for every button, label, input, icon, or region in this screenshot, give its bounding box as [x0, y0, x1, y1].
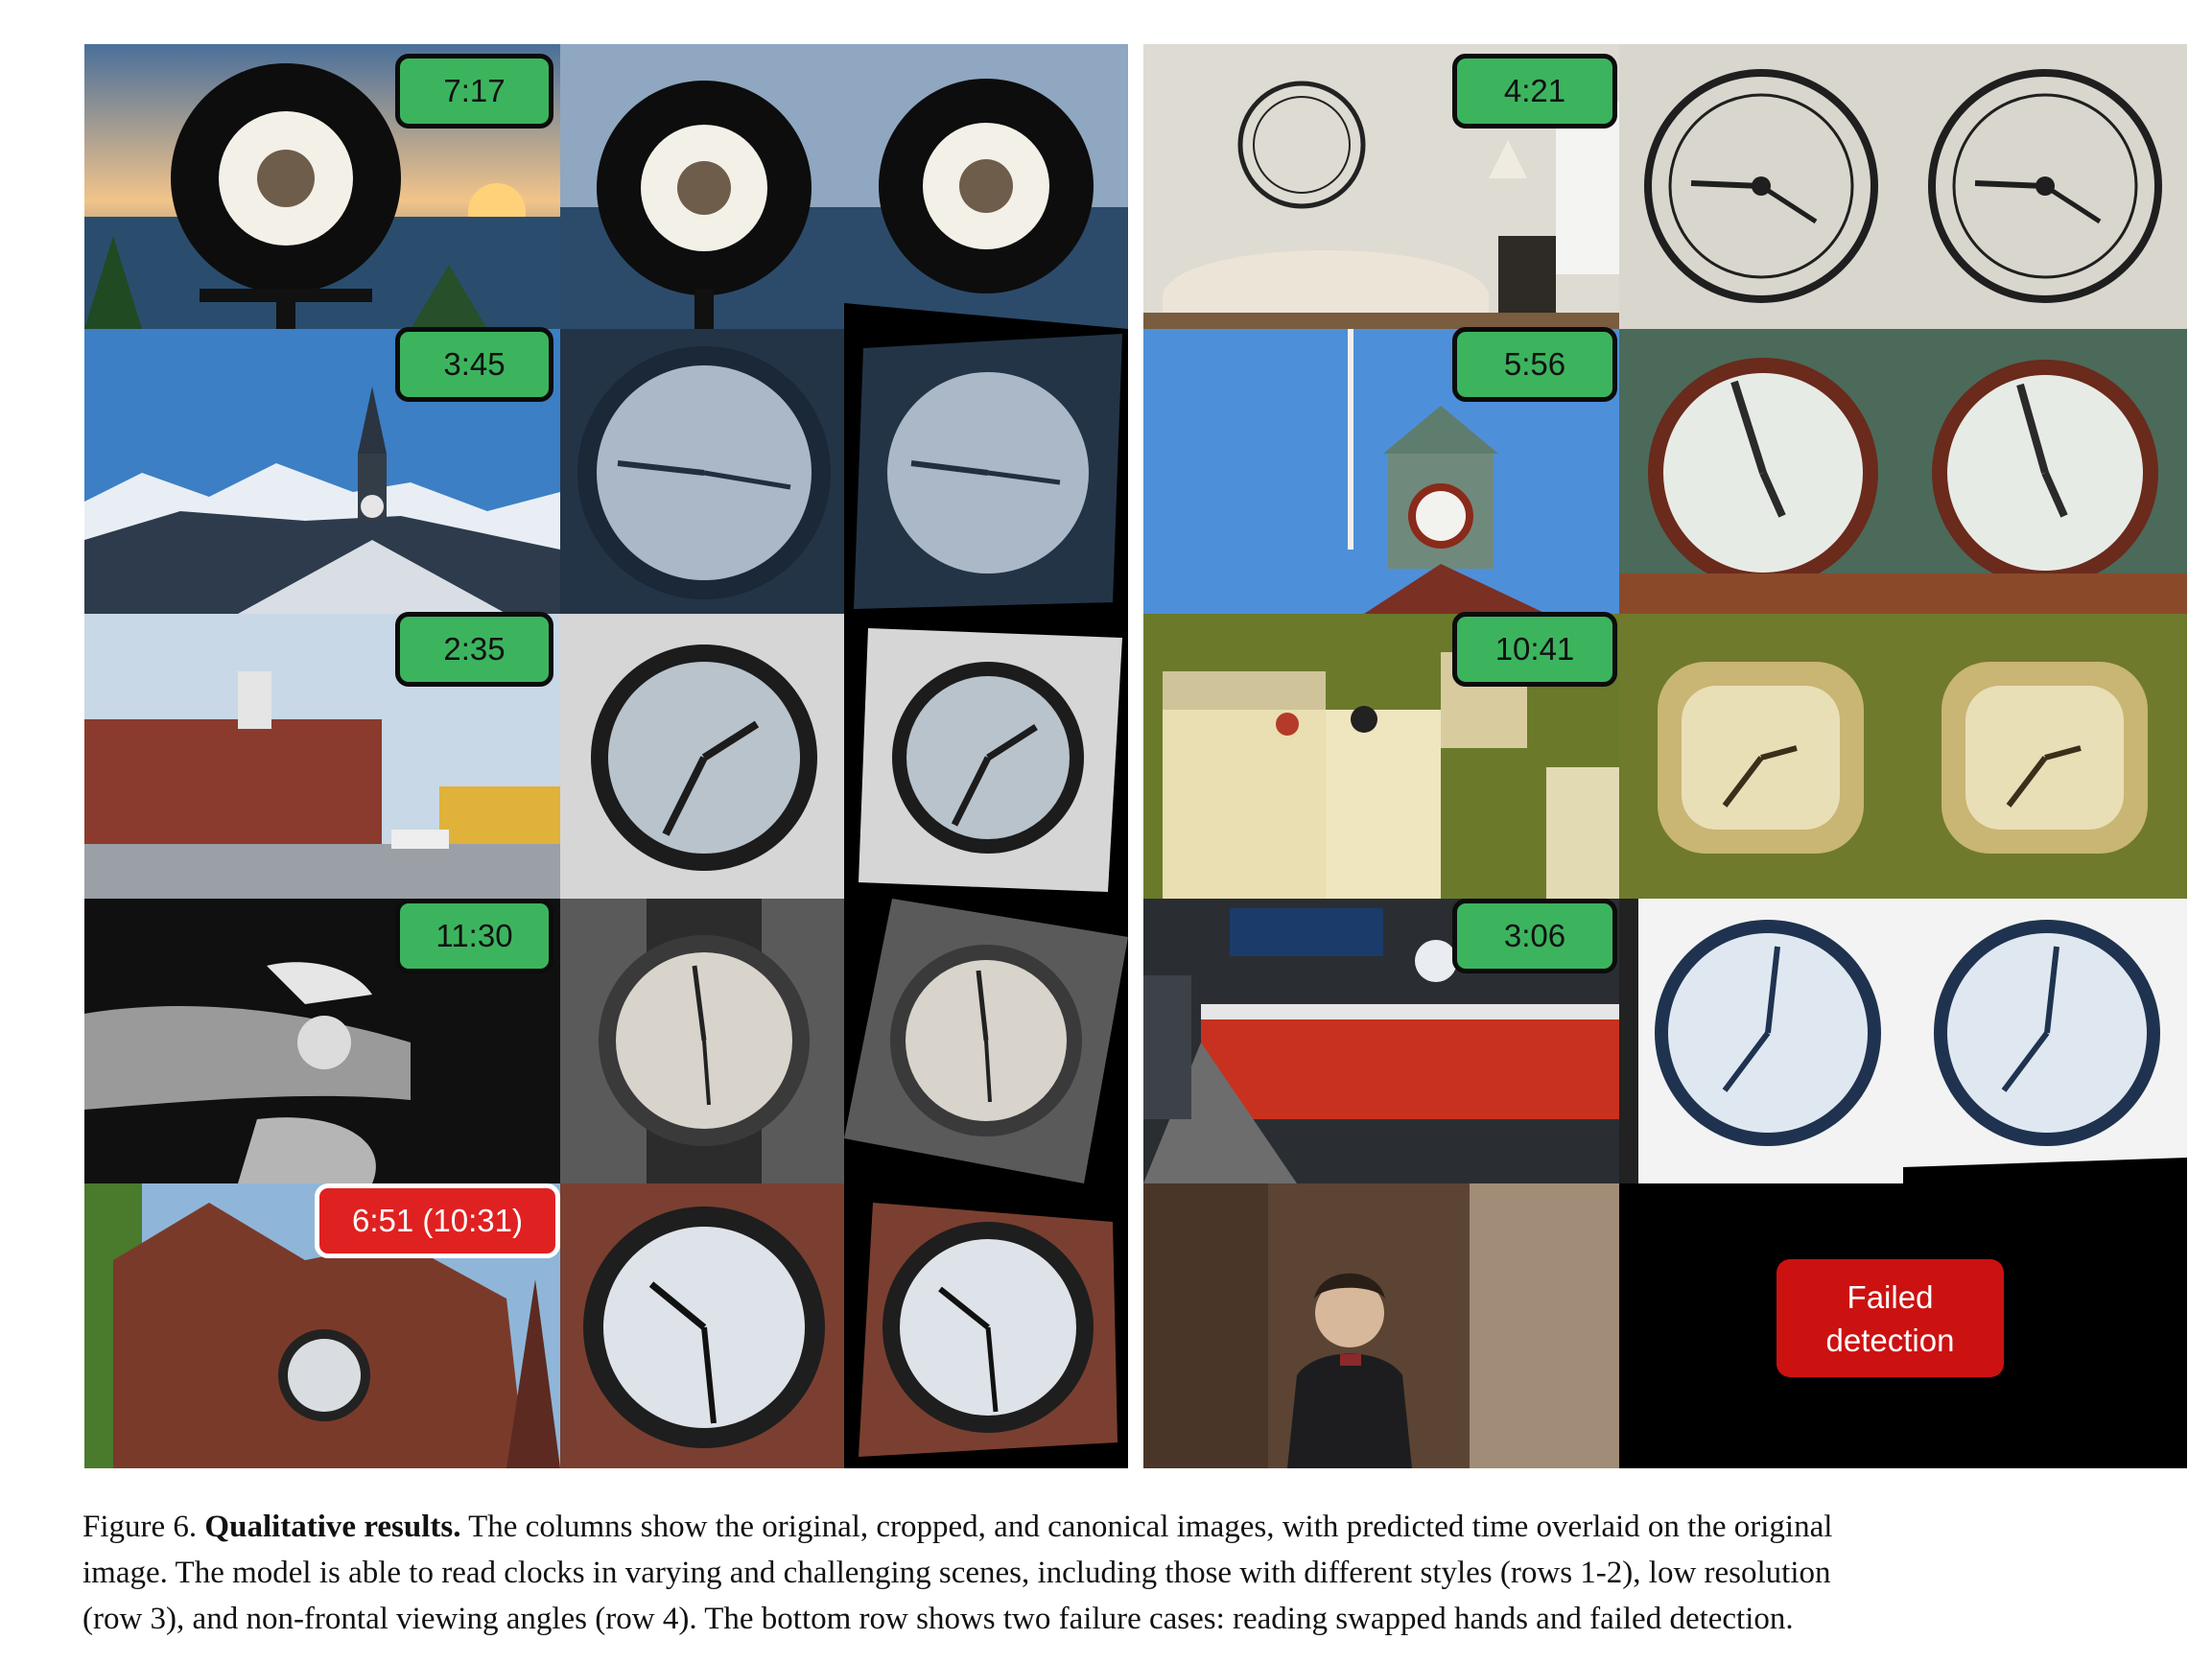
failed-detection-label: Failed detection	[1777, 1259, 2004, 1377]
predicted-time-badge: 10:41	[1452, 612, 1617, 687]
row5-right-original-image	[1143, 1183, 1619, 1468]
qualitative-results-figure: 7:17 3:45 2:35 11:30 6:51 (10:31) 4:21 5…	[0, 0, 2212, 1496]
caption-line-3: (row 3), and non-frontal viewing angles …	[82, 1602, 1794, 1636]
row1-left-cropped-image	[560, 44, 844, 329]
predicted-time-badge: 5:56	[1452, 327, 1617, 402]
row5-left-cropped-image	[560, 1183, 844, 1468]
row1-right-cropped-image	[1619, 44, 1903, 329]
predicted-time-badge: 11:30	[395, 899, 553, 973]
row2-left-cropped-image	[560, 329, 844, 614]
row4-left-cropped-image	[560, 899, 844, 1183]
row2-right-cropped-image	[1619, 329, 1903, 614]
predicted-time-badge: 3:45	[395, 327, 553, 402]
predicted-time-badge: 2:35	[395, 612, 553, 687]
row3-right-cropped-image	[1619, 614, 1903, 899]
row3-left-cropped-image	[560, 614, 844, 899]
predicted-time-badge: 7:17	[395, 54, 553, 129]
failed-detection-line2: detection	[1825, 1322, 1955, 1358]
row1-left-canonical-image	[844, 44, 1128, 329]
row1-right-canonical-image	[1903, 44, 2187, 329]
row4-right-cropped-image	[1619, 899, 1903, 1183]
row3-right-canonical-image	[1903, 614, 2187, 899]
caption-line-2: image. The model is able to read clocks …	[82, 1556, 1831, 1590]
row5-left-canonical-image	[844, 1183, 1128, 1468]
predicted-time-badge: 4:21	[1452, 54, 1617, 129]
row3-left-canonical-image	[844, 614, 1128, 899]
caption-text-1: The columns show the original, cropped, …	[468, 1510, 1833, 1544]
caption-line-1: Figure 6. Qualitative results. The colum…	[82, 1504, 2193, 1550]
figure-label: Figure 6.	[82, 1510, 198, 1544]
predicted-time-badge: 3:06	[1452, 899, 1617, 973]
row4-left-canonical-image	[844, 899, 1128, 1183]
row2-right-canonical-image	[1903, 329, 2187, 614]
row2-left-canonical-image	[844, 329, 1128, 614]
row4-right-canonical-image	[1903, 899, 2187, 1183]
wrong-time-badge: 6:51 (10:31)	[315, 1183, 560, 1258]
figure-caption: Figure 6. Qualitative results. The colum…	[82, 1504, 2193, 1642]
failed-detection-line1: Failed	[1847, 1278, 1934, 1315]
caption-title: Qualitative results.	[204, 1510, 461, 1544]
